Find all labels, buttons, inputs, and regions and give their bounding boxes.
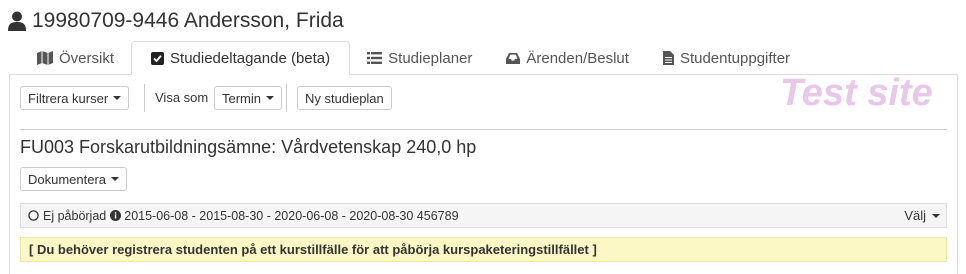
view-as-value: Termin [222, 90, 262, 106]
course-status-bar: Ej påbörjad 2015-06-08 - 2015-08-30 - 20… [20, 203, 947, 228]
caret-down-icon [111, 177, 120, 181]
new-study-plan-button[interactable]: Ny studieplan [297, 86, 392, 110]
document-button[interactable]: Dokumentera [20, 167, 128, 191]
page-title: 19980709-9446 Andersson, Frida [32, 9, 344, 32]
view-as-label: Visa som [155, 90, 209, 105]
status-state: Ej påbörjad [43, 208, 107, 223]
map-icon [37, 51, 53, 65]
caret-down-icon [113, 96, 122, 100]
choose-label: Välj [904, 208, 926, 223]
tab-arenden-beslut[interactable]: Ärenden/Beslut [489, 41, 646, 75]
tab-label: Studentuppgifter [679, 49, 791, 67]
document-label: Dokumentera [28, 171, 107, 187]
tab-studieplaner[interactable]: Studieplaner [350, 41, 489, 75]
filter-courses-label: Filtrera kurser [28, 90, 109, 106]
tab-oversikt[interactable]: Översikt [20, 41, 131, 75]
checkbox-icon [151, 51, 165, 65]
inbox-icon [506, 52, 521, 64]
new-study-plan-label: Ny studieplan [305, 90, 384, 106]
list-icon [367, 52, 383, 64]
test-site-watermark: Test site [780, 72, 933, 114]
toolbar-divider [286, 84, 287, 112]
toolbar-divider [144, 84, 145, 112]
status-details: 2015-06-08 - 2015-08-30 - 2020-06-08 - 2… [124, 208, 459, 223]
tab-label: Översikt [59, 49, 115, 67]
circle-outline-icon [28, 210, 39, 221]
tab-label: Studiedeltagande (beta) [170, 49, 331, 67]
section-divider [20, 129, 947, 130]
info-icon[interactable] [110, 210, 122, 221]
course-title: FU003 Forskarutbildningsämne: Vårdvetens… [20, 137, 477, 157]
caret-down-icon [932, 213, 940, 218]
filter-courses-button[interactable]: Filtrera kurser [20, 86, 130, 110]
tab-studiedeltagande[interactable]: Studiedeltagande (beta) [131, 41, 351, 75]
view-as-select[interactable]: Termin [214, 86, 283, 110]
tab-bar: Översikt Studiedeltagande (beta) Studiep… [20, 41, 807, 75]
registration-warning: [ Du behöver registrera studenten på ett… [20, 237, 947, 262]
page-header: 19980709-9446 Andersson, Frida [8, 6, 344, 36]
caret-down-icon [266, 96, 275, 100]
document-icon [662, 51, 674, 65]
tab-label: Studieplaner [388, 49, 473, 67]
user-icon [8, 11, 26, 31]
tab-studentuppgifter[interactable]: Studentuppgifter [646, 41, 807, 75]
tab-label: Ärenden/Beslut [526, 49, 629, 67]
choose-dropdown[interactable]: Välj [904, 204, 940, 227]
